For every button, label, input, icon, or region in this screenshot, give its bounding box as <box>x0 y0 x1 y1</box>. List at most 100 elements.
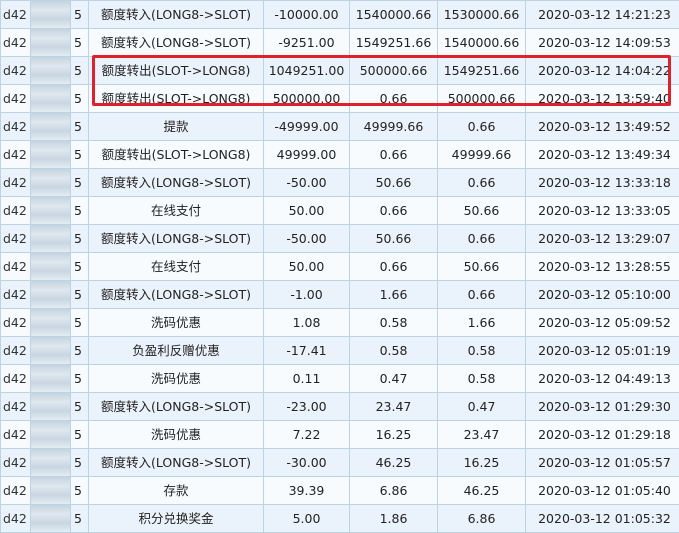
table-row[interactable]: d425提款-49999.0049999.660.662020-03-12 13… <box>1 113 679 141</box>
timestamp-cell: 2020-03-12 14:21:23 <box>526 1 679 29</box>
balance-before-cell: 0.58 <box>350 309 438 337</box>
balance-before-cell: 1549251.66 <box>350 29 438 57</box>
amount-cell: 49999.00 <box>264 141 350 169</box>
table-row[interactable]: d425额度转出(SLOT->LONG8)1049251.00500000.66… <box>1 57 679 85</box>
redacted-cell <box>31 225 71 253</box>
table-row[interactable]: d425额度转入(LONG8->SLOT)-10000.001540000.66… <box>1 1 679 29</box>
balance-after-cell: 23.47 <box>438 421 526 449</box>
redacted-cell <box>31 253 71 281</box>
level-cell: 5 <box>71 197 89 225</box>
level-cell: 5 <box>71 309 89 337</box>
balance-after-cell: 0.58 <box>438 337 526 365</box>
table-row[interactable]: d425额度转入(LONG8->SLOT)-30.0046.2516.25202… <box>1 449 679 477</box>
timestamp-cell: 2020-03-12 01:05:57 <box>526 449 679 477</box>
redacted-cell <box>31 505 71 533</box>
amount-cell: 39.39 <box>264 477 350 505</box>
redaction-blur <box>31 57 70 84</box>
redaction-blur <box>31 29 70 56</box>
table-row[interactable]: d425额度转出(SLOT->LONG8)49999.000.6649999.6… <box>1 141 679 169</box>
balance-before-cell: 16.25 <box>350 421 438 449</box>
balance-before-cell: 1540000.66 <box>350 1 438 29</box>
redacted-cell <box>31 141 71 169</box>
table-row[interactable]: d425额度转入(LONG8->SLOT)-9251.001549251.661… <box>1 29 679 57</box>
level-cell: 5 <box>71 1 89 29</box>
balance-after-cell: 50.66 <box>438 253 526 281</box>
balance-after-cell: 1540000.66 <box>438 29 526 57</box>
redaction-blur <box>31 505 70 532</box>
balance-after-cell: 1.66 <box>438 309 526 337</box>
transaction-rows: d425额度转入(LONG8->SLOT)-10000.001540000.66… <box>1 1 679 533</box>
timestamp-cell: 2020-03-12 13:29:07 <box>526 225 679 253</box>
account-id-cell: d42 <box>1 169 31 197</box>
balance-before-cell: 23.47 <box>350 393 438 421</box>
timestamp-cell: 2020-03-12 13:33:18 <box>526 169 679 197</box>
timestamp-cell: 2020-03-12 04:49:13 <box>526 365 679 393</box>
level-cell: 5 <box>71 477 89 505</box>
table-row[interactable]: d425积分兑换奖金5.001.866.862020-03-12 01:05:3… <box>1 505 679 533</box>
balance-after-cell: 0.66 <box>438 113 526 141</box>
timestamp-cell: 2020-03-12 05:01:19 <box>526 337 679 365</box>
table-row[interactable]: d425洗码优惠0.110.470.582020-03-12 04:49:13 <box>1 365 679 393</box>
account-id-cell: d42 <box>1 141 31 169</box>
balance-after-cell: 500000.66 <box>438 85 526 113</box>
timestamp-cell: 2020-03-12 13:28:55 <box>526 253 679 281</box>
redacted-cell <box>31 337 71 365</box>
table-row[interactable]: d425在线支付50.000.6650.662020-03-12 13:28:5… <box>1 253 679 281</box>
table-row[interactable]: d425存款39.396.8646.252020-03-12 01:05:40 <box>1 477 679 505</box>
balance-after-cell: 1549251.66 <box>438 57 526 85</box>
timestamp-cell: 2020-03-12 01:05:40 <box>526 477 679 505</box>
redacted-cell <box>31 1 71 29</box>
transaction-type-cell: 提款 <box>89 113 264 141</box>
timestamp-cell: 2020-03-12 01:29:30 <box>526 393 679 421</box>
transaction-type-cell: 额度转入(LONG8->SLOT) <box>89 449 264 477</box>
redacted-cell <box>31 393 71 421</box>
level-cell: 5 <box>71 365 89 393</box>
balance-after-cell: 0.66 <box>438 225 526 253</box>
table-row[interactable]: d425额度转入(LONG8->SLOT)-50.0050.660.662020… <box>1 225 679 253</box>
table-row[interactable]: d425在线支付50.000.6650.662020-03-12 13:33:0… <box>1 197 679 225</box>
level-cell: 5 <box>71 113 89 141</box>
account-id-cell: d42 <box>1 309 31 337</box>
redaction-blur <box>31 253 70 280</box>
account-id-cell: d42 <box>1 225 31 253</box>
table-row[interactable]: d425负盈利反赠优惠-17.410.580.582020-03-12 05:0… <box>1 337 679 365</box>
level-cell: 5 <box>71 225 89 253</box>
table-row[interactable]: d425洗码优惠1.080.581.662020-03-12 05:09:52 <box>1 309 679 337</box>
transaction-type-cell: 额度转入(LONG8->SLOT) <box>89 29 264 57</box>
level-cell: 5 <box>71 57 89 85</box>
redaction-blur <box>31 309 70 336</box>
table-row[interactable]: d425额度转入(LONG8->SLOT)-50.0050.660.662020… <box>1 169 679 197</box>
amount-cell: -50.00 <box>264 225 350 253</box>
redacted-cell <box>31 113 71 141</box>
amount-cell: -49999.00 <box>264 113 350 141</box>
transaction-type-cell: 存款 <box>89 477 264 505</box>
amount-cell: 1.08 <box>264 309 350 337</box>
account-id-cell: d42 <box>1 197 31 225</box>
table-row[interactable]: d425额度转入(LONG8->SLOT)-23.0023.470.472020… <box>1 393 679 421</box>
redaction-blur <box>31 477 70 504</box>
timestamp-cell: 2020-03-12 05:09:52 <box>526 309 679 337</box>
transaction-type-cell: 额度转出(SLOT->LONG8) <box>89 85 264 113</box>
balance-before-cell: 0.66 <box>350 253 438 281</box>
redacted-cell <box>31 169 71 197</box>
transaction-type-cell: 额度转入(LONG8->SLOT) <box>89 281 264 309</box>
level-cell: 5 <box>71 85 89 113</box>
account-id-cell: d42 <box>1 477 31 505</box>
account-id-cell: d42 <box>1 281 31 309</box>
table-row[interactable]: d425额度转入(LONG8->SLOT)-1.001.660.662020-0… <box>1 281 679 309</box>
table-row[interactable]: d425洗码优惠7.2216.2523.472020-03-12 01:29:1… <box>1 421 679 449</box>
balance-after-cell: 49999.66 <box>438 141 526 169</box>
redacted-cell <box>31 477 71 505</box>
redacted-cell <box>31 57 71 85</box>
redaction-blur <box>31 393 70 420</box>
transaction-type-cell: 在线支付 <box>89 197 264 225</box>
transaction-type-cell: 额度转入(LONG8->SLOT) <box>89 1 264 29</box>
balance-before-cell: 50.66 <box>350 169 438 197</box>
redaction-blur <box>31 85 70 112</box>
table-row[interactable]: d425额度转出(SLOT->LONG8)500000.000.66500000… <box>1 85 679 113</box>
balance-before-cell: 0.66 <box>350 85 438 113</box>
amount-cell: -1.00 <box>264 281 350 309</box>
amount-cell: -10000.00 <box>264 1 350 29</box>
amount-cell: 50.00 <box>264 197 350 225</box>
redacted-cell <box>31 29 71 57</box>
